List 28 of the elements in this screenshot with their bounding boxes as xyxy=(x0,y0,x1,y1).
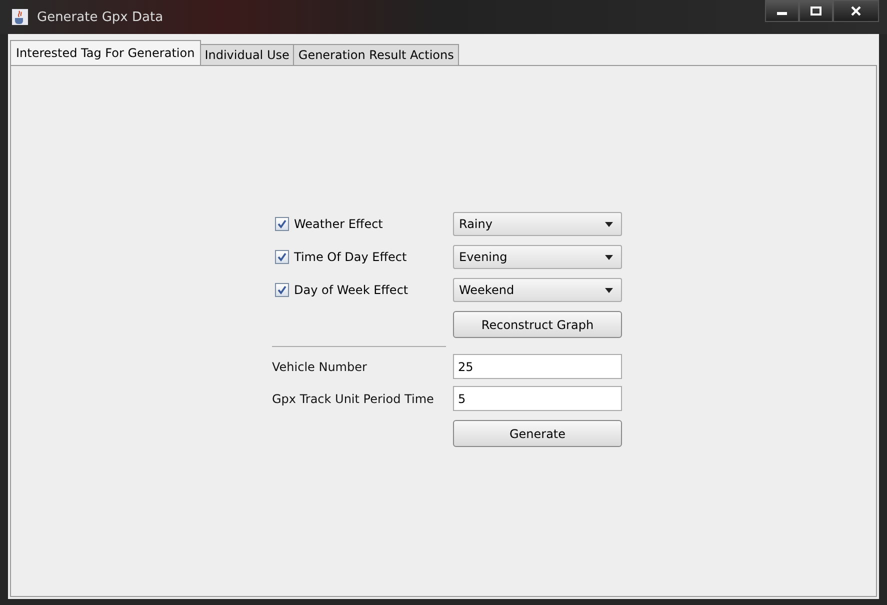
maximize-button[interactable] xyxy=(799,0,833,22)
checkbox-label: Weather Effect xyxy=(294,217,383,231)
reconstruct-graph-button[interactable]: Reconstruct Graph xyxy=(453,311,622,338)
dropdown[interactable]: Weekend xyxy=(453,278,622,302)
caret-icon xyxy=(605,222,613,226)
coffee-cup-icon xyxy=(12,9,28,25)
tab[interactable]: Individual Use xyxy=(200,44,294,65)
maximize-icon xyxy=(810,6,822,16)
dropdown[interactable]: Rainy xyxy=(453,212,622,236)
tab[interactable]: Interested Tag For Generation xyxy=(10,40,201,65)
caret-icon xyxy=(605,254,613,260)
minimize-button[interactable] xyxy=(765,0,799,22)
caret-icon xyxy=(605,288,613,292)
checkbox[interactable] xyxy=(275,283,289,297)
checkbox[interactable] xyxy=(275,250,289,264)
text-field[interactable]: 25 xyxy=(453,354,622,379)
generate-button[interactable]: Generate xyxy=(453,420,622,447)
field-label: Gpx Track Unit Period Time xyxy=(272,392,435,406)
text-field[interactable]: 5 xyxy=(453,386,622,411)
dropdown[interactable]: Evening xyxy=(453,245,622,269)
checkbox-label: Time Of Day Effect xyxy=(294,250,407,264)
tab[interactable]: Generation Result Actions xyxy=(293,44,459,65)
close-icon xyxy=(850,6,862,16)
window-title: Generate Gpx Data xyxy=(37,10,164,24)
checkbox[interactable] xyxy=(275,217,289,231)
field-label: Vehicle Number xyxy=(272,360,368,374)
checkbox-label: Day of Week Effect xyxy=(294,283,408,297)
close-button[interactable] xyxy=(833,0,879,22)
